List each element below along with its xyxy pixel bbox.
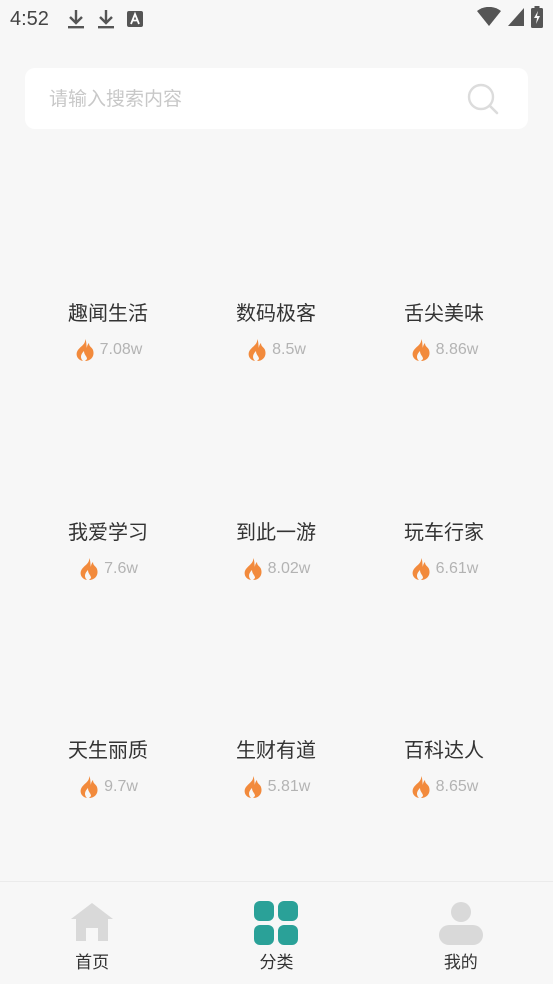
category-item[interactable]: 玩车行家 6.61w bbox=[359, 516, 529, 581]
category-title: 数码极客 bbox=[236, 301, 316, 325]
bottom-nav: 首页 分类 我的 bbox=[0, 881, 553, 984]
download-icon bbox=[67, 9, 85, 29]
flame-icon bbox=[80, 776, 98, 798]
category-item[interactable]: 百科达人 8.65w bbox=[359, 734, 529, 799]
flame-icon bbox=[412, 339, 430, 361]
user-icon bbox=[438, 902, 483, 945]
nav-item-mine[interactable]: 我的 bbox=[391, 882, 531, 973]
home-icon bbox=[71, 903, 114, 941]
status-bar: 4:52 bbox=[0, 0, 553, 38]
heat-value: 5.81w bbox=[267, 778, 311, 795]
heat-value: 9.7w bbox=[104, 778, 138, 795]
font-icon bbox=[126, 11, 143, 27]
flame-icon bbox=[412, 558, 430, 580]
wifi-icon bbox=[477, 6, 501, 32]
signal-icon bbox=[507, 7, 525, 32]
category-heat: 7.08w bbox=[23, 338, 193, 362]
status-right bbox=[477, 5, 543, 33]
category-title: 生财有道 bbox=[236, 738, 316, 762]
nav-label-home: 首页 bbox=[75, 953, 110, 973]
category-heat: 6.61w bbox=[359, 557, 529, 581]
heat-value: 6.61w bbox=[435, 560, 479, 577]
category-item[interactable]: 我爱学习 7.6w bbox=[23, 516, 193, 581]
category-title: 天生丽质 bbox=[68, 738, 148, 762]
heat-value: 8.02w bbox=[267, 560, 311, 577]
category-title: 到此一游 bbox=[236, 520, 316, 544]
nav-label-category: 分类 bbox=[259, 953, 294, 973]
search-icon[interactable] bbox=[466, 82, 500, 116]
category-item[interactable]: 生财有道 5.81w bbox=[191, 734, 361, 799]
category-grid-icon bbox=[254, 901, 299, 945]
category-item[interactable]: 天生丽质 9.7w bbox=[23, 734, 193, 799]
download-icon bbox=[97, 9, 115, 29]
category-title: 舌尖美味 bbox=[404, 301, 484, 325]
category-title: 趣闻生活 bbox=[68, 301, 148, 325]
category-heat: 5.81w bbox=[191, 775, 361, 799]
heat-value: 7.08w bbox=[99, 341, 143, 358]
battery-charging-icon bbox=[531, 5, 543, 33]
category-item[interactable]: 趣闻生活 7.08w bbox=[23, 297, 193, 362]
flame-icon bbox=[80, 558, 98, 580]
heat-value: 8.65w bbox=[435, 778, 479, 795]
category-title: 玩车行家 bbox=[404, 520, 484, 544]
flame-icon bbox=[248, 339, 266, 361]
category-title: 我爱学习 bbox=[68, 520, 148, 544]
flame-icon bbox=[76, 339, 94, 361]
nav-item-category[interactable]: 分类 bbox=[206, 882, 346, 973]
status-time: 4:52 bbox=[10, 7, 49, 30]
category-heat: 9.7w bbox=[23, 775, 193, 799]
heat-value: 8.5w bbox=[272, 341, 306, 358]
flame-icon bbox=[412, 776, 430, 798]
heat-value: 8.86w bbox=[435, 341, 479, 358]
category-heat: 8.86w bbox=[359, 338, 529, 362]
category-heat: 7.6w bbox=[23, 557, 193, 581]
nav-label-mine: 我的 bbox=[443, 953, 478, 973]
search-bar[interactable] bbox=[25, 68, 528, 129]
flame-icon bbox=[244, 558, 262, 580]
heat-value: 7.6w bbox=[104, 560, 138, 577]
nav-item-home[interactable]: 首页 bbox=[22, 882, 162, 973]
category-item[interactable]: 舌尖美味 8.86w bbox=[359, 297, 529, 362]
category-item[interactable]: 到此一游 8.02w bbox=[191, 516, 361, 581]
category-title: 百科达人 bbox=[404, 738, 484, 762]
category-item[interactable]: 数码极客 8.5w bbox=[191, 297, 361, 362]
search-input[interactable] bbox=[49, 87, 466, 110]
flame-icon bbox=[244, 776, 262, 798]
category-heat: 8.02w bbox=[191, 557, 361, 581]
category-heat: 8.65w bbox=[359, 775, 529, 799]
category-heat: 8.5w bbox=[191, 338, 361, 362]
